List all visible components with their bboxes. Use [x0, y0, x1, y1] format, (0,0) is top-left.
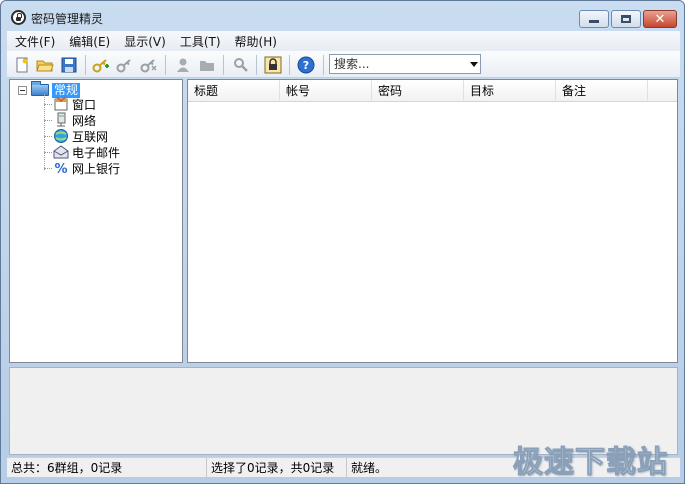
find-icon — [234, 58, 248, 72]
open-folder-icon — [36, 60, 54, 72]
network-icon — [53, 112, 69, 128]
title-bar[interactable]: 密码管理精灵 ✕ — [1, 1, 684, 33]
tree-item-label: 网上银行 — [72, 161, 121, 176]
tree-item-label: 电子邮件 — [72, 145, 121, 160]
lock-button[interactable] — [263, 55, 283, 75]
maximize-icon — [621, 15, 631, 23]
watermark-logo: 极速下载站 — [513, 445, 668, 481]
user-icon — [177, 58, 189, 72]
tree-item-bank[interactable]: % 网上银行 — [44, 160, 120, 176]
folder-icon — [31, 81, 49, 96]
find-button[interactable] — [231, 55, 251, 75]
folder-gray-icon — [200, 61, 214, 71]
search-input[interactable]: 搜索... — [334, 57, 369, 71]
search-combobox[interactable]: 搜索... — [329, 54, 481, 74]
records-table[interactable]: 标题 帐号 密码 目标 备注 — [187, 79, 678, 363]
lock-icon — [264, 56, 282, 74]
column-header-title[interactable]: 标题 — [188, 80, 280, 102]
open-button[interactable] — [35, 55, 55, 75]
column-header-account[interactable]: 帐号 — [280, 80, 372, 102]
new-file-button[interactable] — [12, 55, 32, 75]
tree-item-email[interactable]: 电子邮件 — [44, 144, 120, 160]
group-tree[interactable]: 常规 窗口 网络 互联网 电子邮件 % 网上银行 — [9, 79, 183, 363]
internet-icon — [53, 128, 69, 144]
maximize-button[interactable] — [611, 10, 641, 28]
status-selection: 选择了0记录，共0记录 — [207, 457, 347, 478]
svg-text:?: ? — [303, 59, 309, 72]
edit-key-icon — [116, 59, 131, 73]
menu-help[interactable]: 帮助(H) — [235, 33, 277, 50]
close-icon: ✕ — [654, 11, 666, 27]
menu-view[interactable]: 显示(V) — [124, 33, 166, 50]
table-header: 标题 帐号 密码 目标 备注 — [188, 80, 677, 102]
minimize-icon — [589, 20, 599, 23]
toolbar: ? 搜索... — [7, 51, 680, 78]
svg-text:%: % — [54, 162, 67, 176]
toolbar-separator — [223, 55, 224, 75]
toolbar-separator — [323, 55, 324, 75]
tree-connector — [44, 135, 52, 137]
new-file-icon — [16, 57, 28, 73]
tree-item-internet[interactable]: 互联网 — [44, 128, 108, 144]
menu-file[interactable]: 文件(F) — [15, 33, 55, 50]
help-icon: ? — [297, 56, 315, 74]
collapse-icon[interactable] — [18, 85, 27, 95]
tree-item-label: 互联网 — [72, 129, 109, 144]
close-button[interactable]: ✕ — [643, 10, 677, 28]
add-key-icon — [92, 59, 109, 73]
tree-item-label: 网络 — [72, 113, 97, 128]
column-header-target[interactable]: 目标 — [464, 80, 556, 102]
menu-tools[interactable]: 工具(T) — [180, 33, 221, 50]
delete-key-icon — [140, 59, 157, 73]
tree-connector — [44, 119, 52, 121]
tree-connector — [44, 103, 52, 105]
tree-item-network[interactable]: 网络 — [44, 112, 96, 128]
tree-connector — [44, 151, 52, 153]
app-lock-icon — [11, 10, 26, 25]
email-icon — [53, 144, 69, 160]
menu-bar: 文件(F) 编辑(E) 显示(V) 工具(T) 帮助(H) — [7, 31, 680, 51]
window-icon — [53, 96, 69, 112]
toolbar-separator — [85, 55, 86, 75]
column-header-notes[interactable]: 备注 — [556, 80, 648, 102]
tree-item-label: 窗口 — [72, 97, 97, 112]
group-button[interactable] — [197, 55, 217, 75]
add-record-button[interactable] — [91, 55, 111, 75]
toolbar-separator — [256, 55, 257, 75]
toolbar-separator — [289, 55, 290, 75]
tree-item-window[interactable]: 窗口 — [44, 96, 96, 112]
status-total: 总共：6群组，0记录 — [7, 457, 207, 478]
user-button[interactable] — [173, 55, 193, 75]
help-button[interactable]: ? — [296, 55, 316, 75]
delete-record-button[interactable] — [139, 55, 159, 75]
edit-record-button[interactable] — [115, 55, 135, 75]
save-button[interactable] — [59, 55, 79, 75]
menu-edit[interactable]: 编辑(E) — [69, 33, 110, 50]
save-icon — [61, 57, 77, 73]
window-title: 密码管理精灵 — [31, 12, 104, 26]
app-window: 密码管理精灵 ✕ 文件(F) 编辑(E) 显示(V) 工具(T) 帮助(H) ?… — [0, 0, 685, 484]
chevron-down-icon[interactable] — [470, 62, 478, 67]
bank-icon: % — [53, 160, 69, 176]
tree-connector — [44, 167, 52, 169]
column-header-password[interactable]: 密码 — [372, 80, 464, 102]
minimize-button[interactable] — [579, 10, 609, 28]
toolbar-separator — [165, 55, 166, 75]
